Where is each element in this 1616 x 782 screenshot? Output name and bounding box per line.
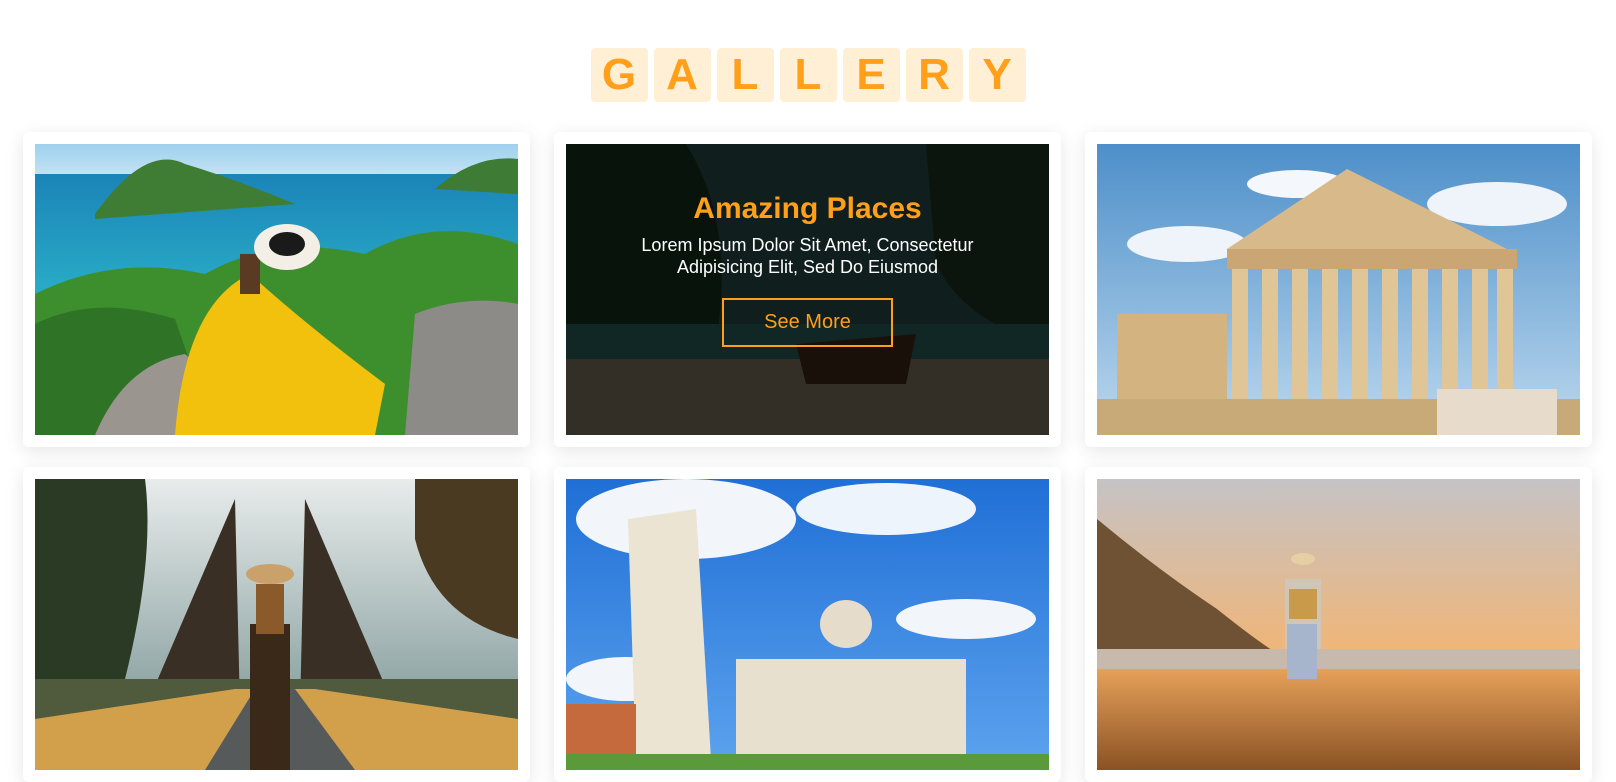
gallery-card[interactable] [554,467,1061,782]
gallery-grid: Amazing Places Lorem Ipsum Dolor Sit Ame… [23,132,1593,782]
overlay-text: Lorem Ipsum Dolor Sit Amet, Consectetur … [641,235,974,277]
title-letter: R [905,48,963,102]
sunset-beach-photo [1097,479,1580,770]
parthenon-photo [1097,144,1580,435]
island-photo [35,144,518,435]
overlay-title: Amazing Places [693,192,922,225]
gallery-card[interactable] [1085,132,1592,447]
title-letter: E [842,48,900,102]
gallery-title: G A L L E R Y [0,48,1616,102]
beach-photo: Amazing Places Lorem Ipsum Dolor Sit Ame… [566,144,1049,435]
title-letter: G [590,48,648,102]
hover-overlay: Amazing Places Lorem Ipsum Dolor Sit Ame… [566,144,1049,435]
title-letter: A [653,48,711,102]
gallery-card-featured[interactable]: Amazing Places Lorem Ipsum Dolor Sit Ame… [554,132,1061,447]
temple-gate-photo [35,479,518,770]
gallery-card[interactable] [23,132,530,447]
gallery-card[interactable] [1085,467,1592,782]
see-more-button[interactable]: See More [722,298,893,347]
gallery-card[interactable] [23,467,530,782]
title-letter: L [716,48,774,102]
title-letter: L [779,48,837,102]
title-letter: Y [968,48,1026,102]
pisa-photo [566,479,1049,770]
